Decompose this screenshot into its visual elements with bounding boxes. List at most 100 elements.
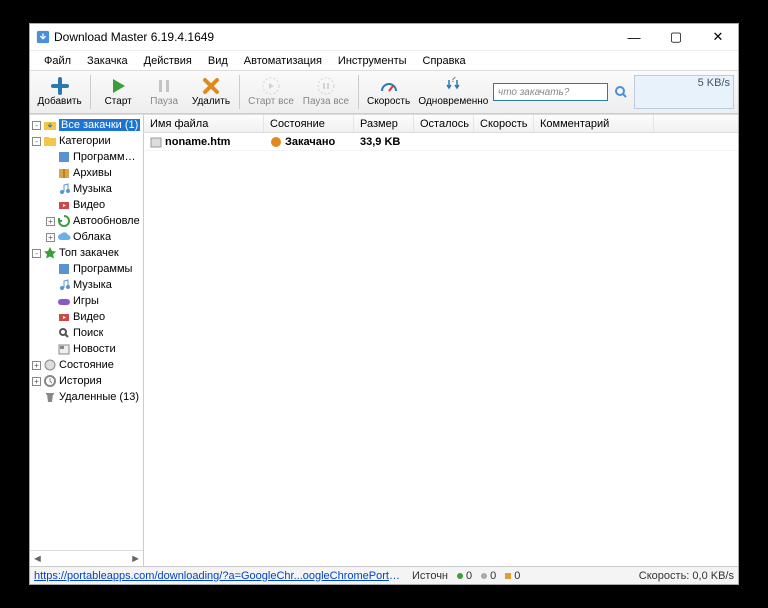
separator [90,75,91,109]
speed-display: 5 KB/s [634,75,734,109]
status-paused: 0 [480,570,496,582]
column-1[interactable]: Состояние [264,115,354,132]
status-queued: 0 [504,570,520,582]
menu-help[interactable]: Справка [415,53,474,69]
expand-icon [46,345,55,354]
tree-item-4[interactable]: Музыка [30,181,143,197]
status-src-label: Источн [412,570,448,582]
expand-icon [46,281,55,290]
tree-item-1[interactable]: - Категории [30,133,143,149]
speed-button[interactable]: Скорость [363,73,413,111]
tree-item-8[interactable]: -Топ закачек [30,245,143,261]
tree-label: Игры [73,295,99,307]
table-row[interactable]: noname.htmЗакачано33,9 KB [144,133,738,151]
start-button[interactable]: Старт [96,73,140,111]
expand-icon [46,265,55,274]
cloud-icon [57,230,71,244]
delete-button[interactable]: Удалить [188,73,234,111]
expand-icon[interactable]: - [32,121,41,130]
tree-item-2[interactable]: Программы (1 [30,149,143,165]
delete-icon [202,77,220,95]
expand-icon[interactable]: + [46,233,55,242]
tree-item-16[interactable]: +История [30,373,143,389]
folder-icon [43,134,57,148]
tree-item-17[interactable]: Удаленные (13) [30,389,143,405]
search-icon [57,326,71,340]
tree-label: Удаленные (13) [59,391,139,403]
tree-item-12[interactable]: Видео [30,309,143,325]
close-button[interactable]: ✕ [704,28,732,46]
sidebar-scrollbar[interactable]: ◄► [30,550,143,566]
menu-view[interactable]: Вид [200,53,236,69]
status-url[interactable]: https://portableapps.com/downloading/?a=… [34,570,404,582]
menu-tools[interactable]: Инструменты [330,53,415,69]
search-icon[interactable] [614,85,628,99]
pause-all-button[interactable]: Пауза все [299,73,352,111]
cell-state: Закачано [264,136,354,148]
tree-label: Категории [59,135,111,147]
expand-icon[interactable]: + [32,361,41,370]
column-4[interactable]: Скорость [474,115,534,132]
tree-item-10[interactable]: Музыка [30,277,143,293]
expand-icon [46,185,55,194]
tree-item-15[interactable]: + Состояние [30,357,143,373]
tree-item-3[interactable]: Архивы [30,165,143,181]
menu-actions[interactable]: Действия [136,53,200,69]
tree-item-6[interactable]: +Автообновле [30,213,143,229]
expand-icon[interactable]: + [46,217,55,226]
column-0[interactable]: Имя файла [144,115,264,132]
expand-icon [46,201,55,210]
separator [239,75,240,109]
trash-icon [43,390,57,404]
minimize-button[interactable]: — [620,28,648,46]
tree-label: Все закачки (1) [59,119,140,131]
tree-label: Новости [73,343,116,355]
app-window: Download Master 6.19.4.1649 — ▢ ✕ Файл З… [29,23,739,585]
expand-icon [32,393,41,402]
expand-icon [46,153,55,162]
tree-label: Состояние [59,359,114,371]
status-speed: Скорость: 0,0 KB/s [639,570,734,582]
simultaneous-button[interactable]: ? Одновременно [416,73,491,111]
app-icon [57,150,71,164]
pause-all-icon [317,77,335,95]
tree-item-7[interactable]: + Облака [30,229,143,245]
column-3[interactable]: Осталось [414,115,474,132]
music-icon [57,182,71,196]
gauge-icon [380,77,398,95]
tree-item-14[interactable]: Новости [30,341,143,357]
game-icon [57,294,71,308]
menu-download[interactable]: Закачка [79,53,136,69]
add-button[interactable]: Добавить [34,73,85,111]
app-icon [36,30,50,44]
window-title: Download Master 6.19.4.1649 [54,30,214,44]
tree-item-5[interactable]: Видео [30,197,143,213]
tree-label: Музыка [73,279,112,291]
state-icon [43,358,57,372]
column-5[interactable]: Комментарий [534,115,654,132]
start-all-button[interactable]: Старт все [245,73,298,111]
maximize-button[interactable]: ▢ [662,28,690,46]
star-icon [43,246,57,260]
expand-icon[interactable]: - [32,137,41,146]
news-icon [57,342,71,356]
expand-icon [46,169,55,178]
menu-file[interactable]: Файл [36,53,79,69]
tree-item-9[interactable]: Программы [30,261,143,277]
tree-label: Облака [73,231,111,243]
plus-icon [51,77,69,95]
pause-button[interactable]: Пауза [142,73,186,111]
search-input[interactable] [493,83,608,101]
menu-automation[interactable]: Автоматизация [236,53,330,69]
tree-item-13[interactable]: Поиск [30,325,143,341]
tree-item-11[interactable]: Игры [30,293,143,309]
archive-icon [57,166,71,180]
expand-icon[interactable]: - [32,249,41,258]
tree-label: Видео [73,311,105,323]
column-2[interactable]: Размер [354,115,414,132]
expand-icon[interactable]: + [32,377,41,386]
tree-label: Программы [73,263,132,275]
tree: - Все закачки (1) - Категории Программы (1Ар… [30,115,143,550]
music-icon [57,278,71,292]
tree-item-0[interactable]: - Все закачки (1) [30,117,143,133]
